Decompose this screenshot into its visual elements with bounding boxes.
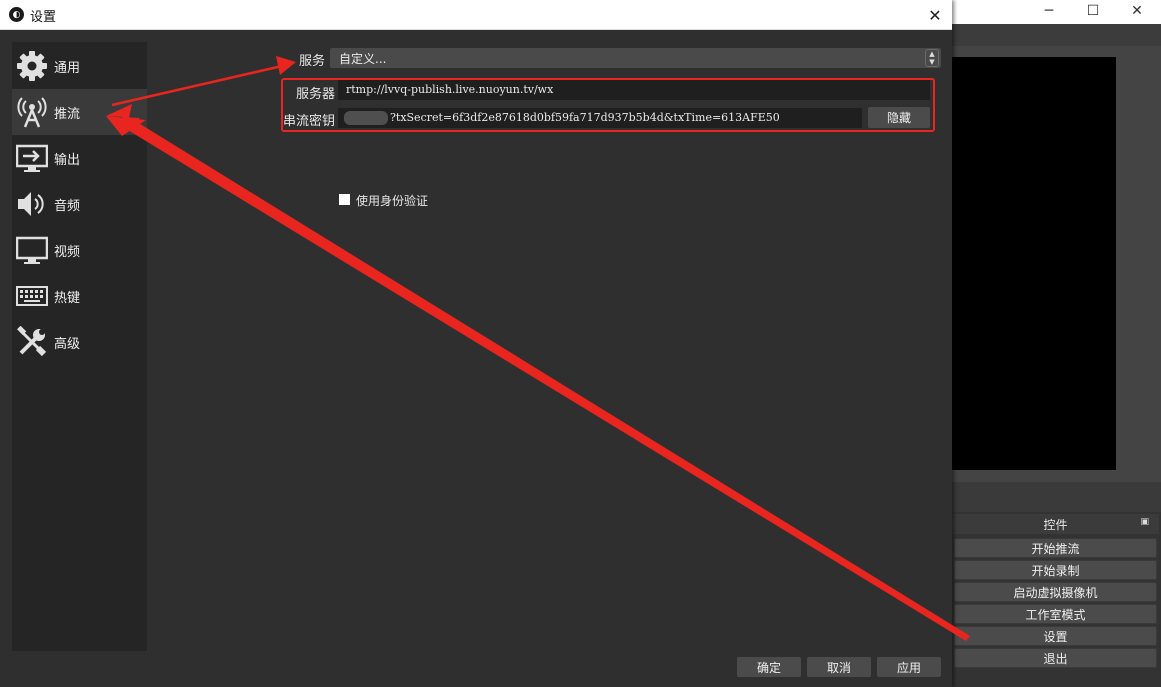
sidebar-item-label: 输出 [54,152,81,168]
maximize-icon[interactable]: ☐ [1070,0,1116,22]
use-auth-label: 使用身份验证 [356,194,429,208]
use-auth-checkbox[interactable] [339,194,350,205]
controls-dock-header: 控件 ▣ [952,514,1159,534]
settings-dialog: ◐ 设置 ✕ 通用 推流 输出 音频 视频 热键 高级 服务 自定义... ▲ … [0,0,952,687]
apply-button[interactable]: 应用 [877,657,941,677]
close-icon[interactable]: ✕ [1114,0,1160,22]
ok-button[interactable]: 确定 [737,657,801,677]
monitor-icon [16,234,48,266]
sidebar-item-label: 通用 [54,60,81,76]
output-icon [16,142,48,174]
exit-button[interactable]: 退出 [954,648,1157,668]
minimize-icon[interactable]: ─ [1026,0,1072,22]
dock-separator [952,482,1161,512]
sidebar-item-label: 推流 [54,106,81,122]
close-icon[interactable]: ✕ [920,0,950,30]
service-label: 服务 [299,54,326,69]
sidebar-item-label: 热键 [54,290,81,306]
annotation-highlight-box [281,78,935,132]
sidebar-item-label: 音频 [54,198,81,214]
gear-icon [16,50,48,82]
settings-sidebar: 通用 推流 输出 音频 视频 热键 高级 [12,42,147,651]
main-menubar [952,24,1161,46]
broadcast-antenna-icon [16,96,48,128]
main-window-titlebar: ─ ☐ ✕ [952,0,1161,24]
obs-logo-icon: ◐ [9,7,24,22]
speaker-icon [16,188,48,220]
service-value: 自定义... [339,52,387,66]
service-select[interactable]: 自定义... ▲ ▼ [330,48,941,68]
preview-canvas[interactable] [952,57,1116,470]
chevron-updown-icon: ▲ ▼ [925,49,939,67]
sidebar-item-video[interactable]: 视频 [12,227,147,273]
sidebar-item-advanced[interactable]: 高级 [12,319,147,365]
controls-dock-title: 控件 [1043,517,1068,532]
sidebar-item-label: 视频 [54,244,81,260]
tools-icon [16,326,48,358]
start-recording-button[interactable]: 开始录制 [954,560,1157,580]
sidebar-item-general[interactable]: 通用 [12,43,147,89]
dialog-titlebar: ◐ 设置 ✕ [0,0,952,30]
cancel-button[interactable]: 取消 [807,657,871,677]
sidebar-item-label: 高级 [54,336,81,352]
dialog-title: 设置 [30,10,57,25]
start-virtual-camera-button[interactable]: 启动虚拟摄像机 [954,582,1157,602]
sidebar-item-hotkeys[interactable]: 热键 [12,273,147,319]
start-streaming-button[interactable]: 开始推流 [954,538,1157,558]
sidebar-item-output[interactable]: 输出 [12,135,147,181]
sidebar-item-audio[interactable]: 音频 [12,181,147,227]
dock-float-icon[interactable]: ▣ [1140,517,1149,527]
keyboard-icon [16,280,48,312]
sidebar-item-stream[interactable]: 推流 [12,89,147,135]
settings-button[interactable]: 设置 [954,626,1157,646]
studio-mode-button[interactable]: 工作室模式 [954,604,1157,624]
